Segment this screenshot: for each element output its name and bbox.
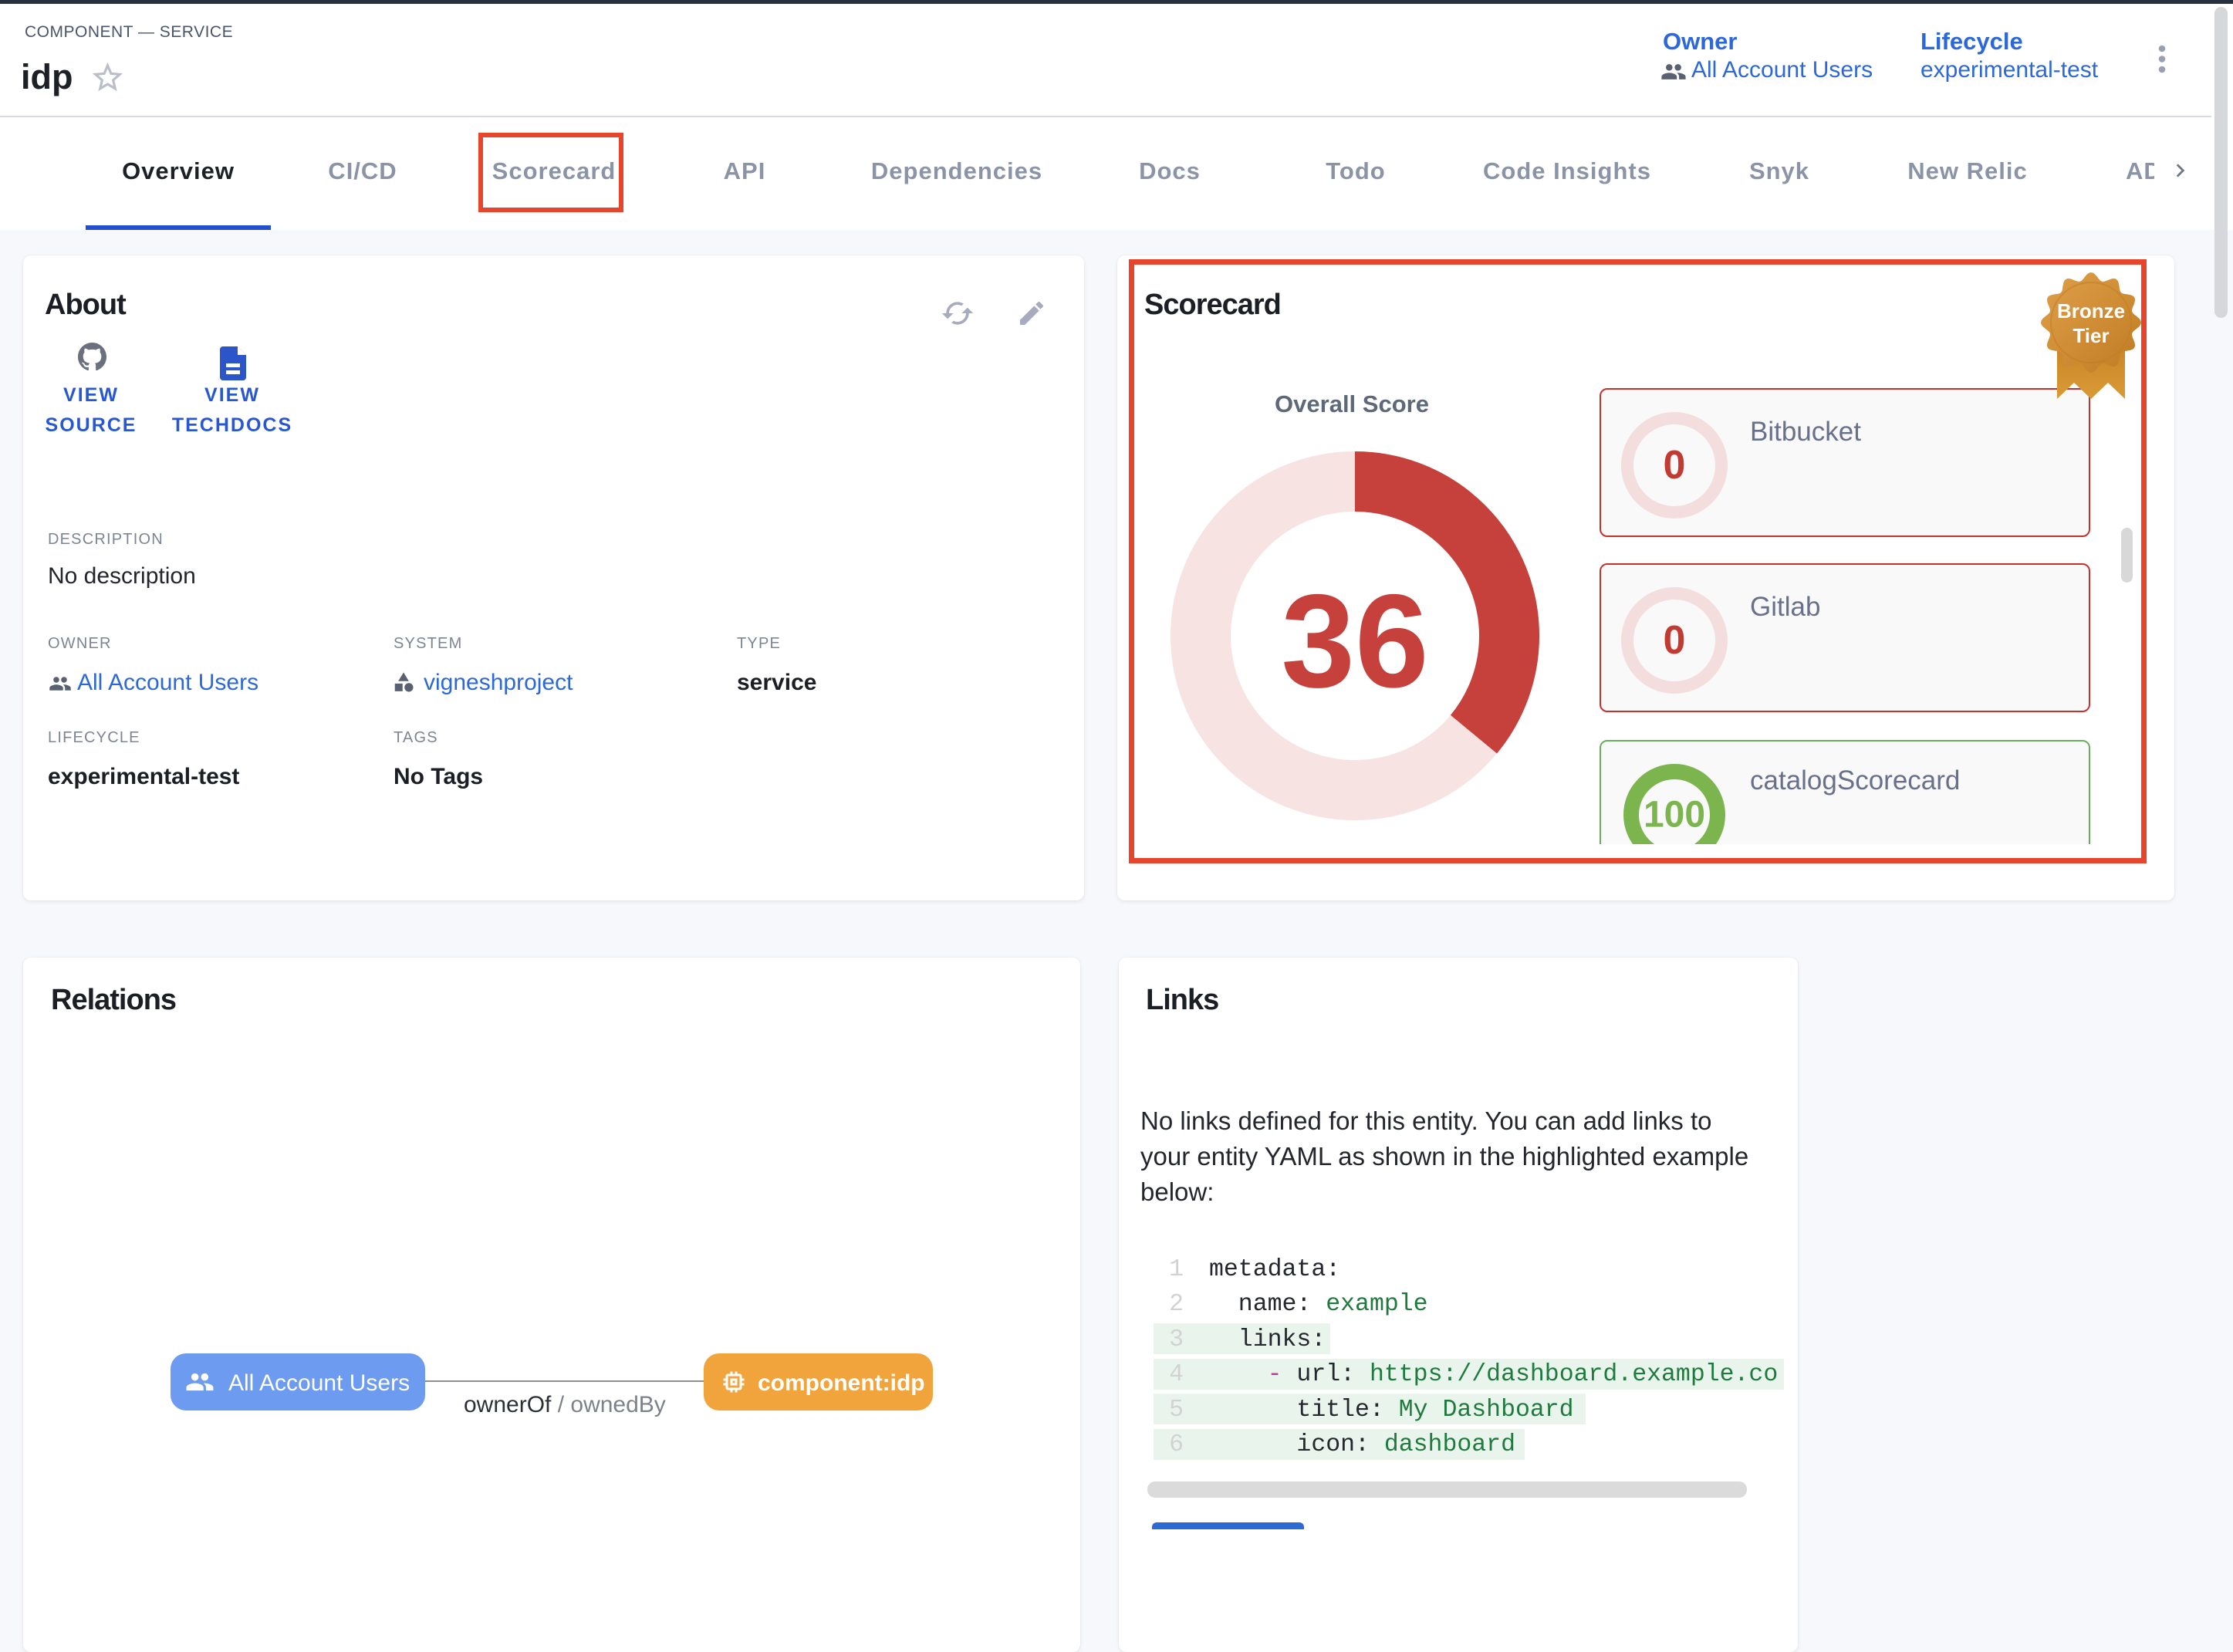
svg-text:Bronze: Bronze [2057, 299, 2125, 323]
svg-text:Tier: Tier [2073, 324, 2109, 347]
